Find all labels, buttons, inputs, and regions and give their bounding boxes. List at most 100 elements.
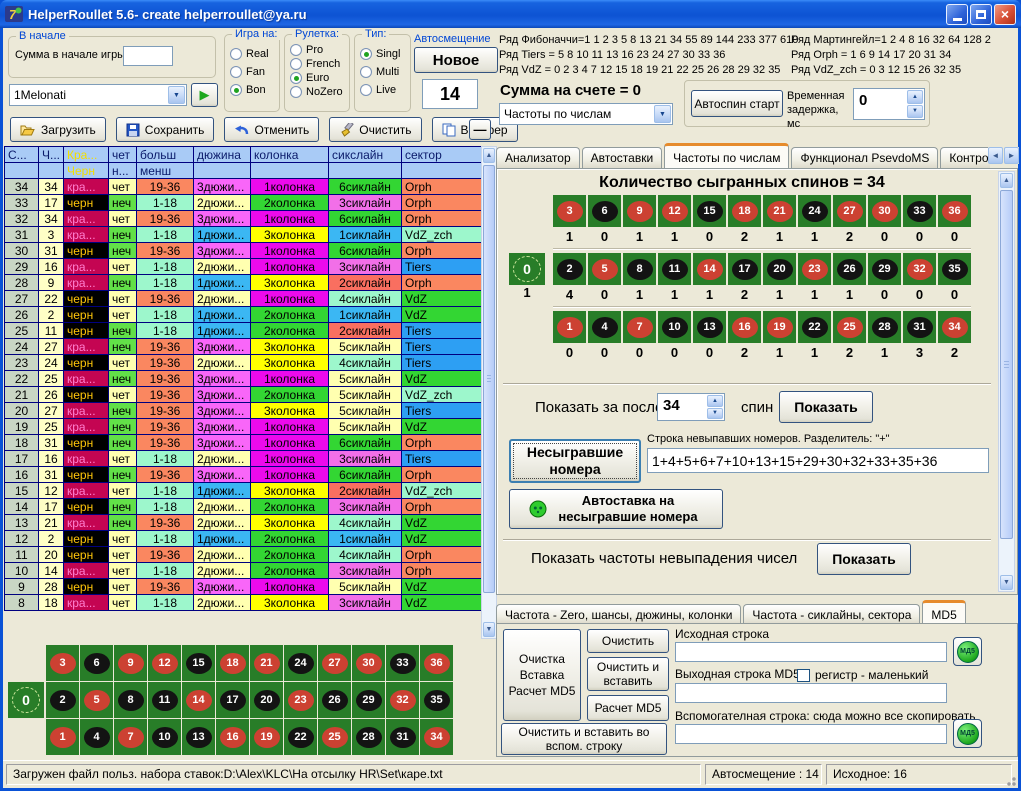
md5-icon-button[interactable]: МД5	[953, 637, 982, 666]
maximize-button[interactable]	[970, 4, 992, 25]
new-button[interactable]: Новое	[414, 47, 498, 73]
radio-singl[interactable]: Singl	[360, 48, 410, 60]
radio-multi[interactable]: Multi	[360, 66, 410, 78]
show-button[interactable]: Показать	[779, 391, 873, 423]
radio-nozero[interactable]: NoZero	[290, 86, 349, 98]
load-button[interactable]: Загрузить	[10, 117, 106, 142]
radio-bon[interactable]: Bon	[230, 84, 279, 96]
number-cell-4[interactable]: 4	[80, 719, 113, 755]
md5-big-button[interactable]: Очистка Вставка Расчет MD5	[503, 629, 581, 721]
number-cell-6[interactable]: 6	[80, 645, 113, 681]
play-button[interactable]: ▶	[191, 83, 218, 107]
number-cell-27[interactable]: 27	[318, 645, 351, 681]
delay-spinner[interactable]: 0 ▲ ▼	[853, 88, 925, 120]
tab-1[interactable]: Частота - Zero, шансы, дюжины, колонки	[496, 604, 741, 624]
missed-numbers-input[interactable]	[647, 448, 989, 473]
lowercase-checkbox[interactable]	[797, 669, 810, 682]
md5-clear-paste-button[interactable]: Очистить и вставить	[587, 657, 669, 691]
aux-paste-button[interactable]: Очистить и вставить во вспом. строку	[501, 723, 667, 755]
radio-french[interactable]: French	[290, 58, 349, 70]
spin-up-icon[interactable]: ▲	[707, 395, 723, 407]
resize-grip[interactable]	[1004, 774, 1016, 786]
number-cell-17[interactable]: 17	[216, 682, 249, 718]
number-cell-12[interactable]: 12	[148, 645, 181, 681]
number-cell-25[interactable]: 25	[318, 719, 351, 755]
radio-fan[interactable]: Fan	[230, 66, 279, 78]
radio-pro[interactable]: Pro	[290, 44, 349, 56]
show-last-spinner[interactable]: 34 ▲ ▼	[657, 393, 725, 421]
radio-real[interactable]: Real	[230, 48, 279, 60]
output-string-input[interactable]	[675, 683, 947, 703]
number-cell-8[interactable]: 8	[114, 682, 147, 718]
tab-2[interactable]: Автоставки	[582, 147, 663, 168]
source-string-input[interactable]	[675, 642, 947, 662]
tab-left-icon[interactable]: ◄	[988, 147, 1003, 164]
number-cell-11[interactable]: 11	[148, 682, 181, 718]
number-cell-3[interactable]: 3	[46, 645, 79, 681]
close-button[interactable]: ×	[994, 4, 1016, 25]
number-cell-10[interactable]: 10	[148, 719, 181, 755]
number-cell-7[interactable]: 7	[114, 719, 147, 755]
tab-3[interactable]: MD5	[922, 600, 965, 624]
tab-5[interactable]: Контроль банкро	[940, 147, 990, 168]
number-cell-9[interactable]: 9	[114, 645, 147, 681]
scrollbar-thumb[interactable]	[1000, 190, 1013, 539]
scrollbar-thumb[interactable]	[483, 165, 495, 593]
spin-down-icon[interactable]: ▼	[907, 105, 923, 119]
number-cell-22[interactable]: 22	[284, 719, 317, 755]
tab-2[interactable]: Частота - сиклайны, сектора	[743, 604, 920, 624]
number-cell-30[interactable]: 30	[352, 645, 385, 681]
number-cell-34[interactable]: 34	[420, 719, 453, 755]
clear-button[interactable]: Очистить	[329, 117, 421, 142]
autospin-start-button[interactable]: Автоспин старт	[691, 90, 783, 117]
number-cell-2[interactable]: 2	[46, 682, 79, 718]
tab-right-icon[interactable]: ►	[1004, 147, 1019, 164]
aux-string-input[interactable]	[675, 724, 947, 744]
mode-combo[interactable]: Частоты по числам ▼	[499, 103, 673, 125]
number-cell-13[interactable]: 13	[182, 719, 215, 755]
number-cell-15[interactable]: 15	[182, 645, 215, 681]
minimize-button[interactable]	[946, 4, 968, 25]
number-cell-32[interactable]: 32	[386, 682, 419, 718]
collapse-button[interactable]: —	[469, 119, 491, 140]
number-cell-16[interactable]: 16	[216, 719, 249, 755]
show-missing-freq-button[interactable]: Показать	[817, 543, 911, 575]
number-cell-28[interactable]: 28	[352, 719, 385, 755]
chevron-down-icon[interactable]: ▼	[168, 86, 185, 104]
scroll-up-icon[interactable]: ▲	[1000, 173, 1013, 188]
number-cell-0[interactable]: 0	[8, 682, 44, 718]
number-cell-26[interactable]: 26	[318, 682, 351, 718]
start-sum-input[interactable]	[123, 46, 173, 66]
spin-up-icon[interactable]: ▲	[907, 90, 923, 104]
number-cell-1[interactable]: 1	[46, 719, 79, 755]
number-cell-5[interactable]: 5	[80, 682, 113, 718]
number-cell-35[interactable]: 35	[420, 682, 453, 718]
number-cell-20[interactable]: 20	[250, 682, 283, 718]
scroll-down-icon[interactable]: ▼	[1000, 575, 1013, 590]
number-cell-19[interactable]: 19	[250, 719, 283, 755]
chevron-down-icon[interactable]: ▼	[654, 105, 671, 123]
md5-calc-button[interactable]: Расчет MD5	[587, 695, 669, 721]
radio-euro[interactable]: Euro	[290, 72, 349, 84]
radio-live[interactable]: Live	[360, 84, 410, 96]
number-cell-36[interactable]: 36	[420, 645, 453, 681]
panel-scrollbar[interactable]: ▲ ▼	[998, 171, 1015, 592]
number-cell-18[interactable]: 18	[216, 645, 249, 681]
number-cell-14[interactable]: 14	[182, 682, 215, 718]
number-cell-33[interactable]: 33	[386, 645, 419, 681]
tab-1[interactable]: Анализатор	[496, 147, 580, 168]
tab-3[interactable]: Частоты по числам	[664, 143, 789, 168]
number-cell-24[interactable]: 24	[284, 645, 317, 681]
spin-down-icon[interactable]: ▼	[707, 408, 723, 420]
number-cell-23[interactable]: 23	[284, 682, 317, 718]
save-button[interactable]: Сохранить	[116, 117, 215, 142]
number-cell-21[interactable]: 21	[250, 645, 283, 681]
table-scrollbar[interactable]: ▲ ▼	[481, 146, 497, 639]
undo-button[interactable]: Отменить	[224, 117, 319, 142]
scroll-up-icon[interactable]: ▲	[483, 148, 495, 163]
number-cell-31[interactable]: 31	[386, 719, 419, 755]
md5-icon-button[interactable]: МД5	[953, 719, 982, 748]
preset-combo[interactable]: 1Melonati ▼	[9, 84, 187, 106]
missed-numbers-button[interactable]: Несыгравшие номера	[509, 439, 641, 483]
number-cell-29[interactable]: 29	[352, 682, 385, 718]
